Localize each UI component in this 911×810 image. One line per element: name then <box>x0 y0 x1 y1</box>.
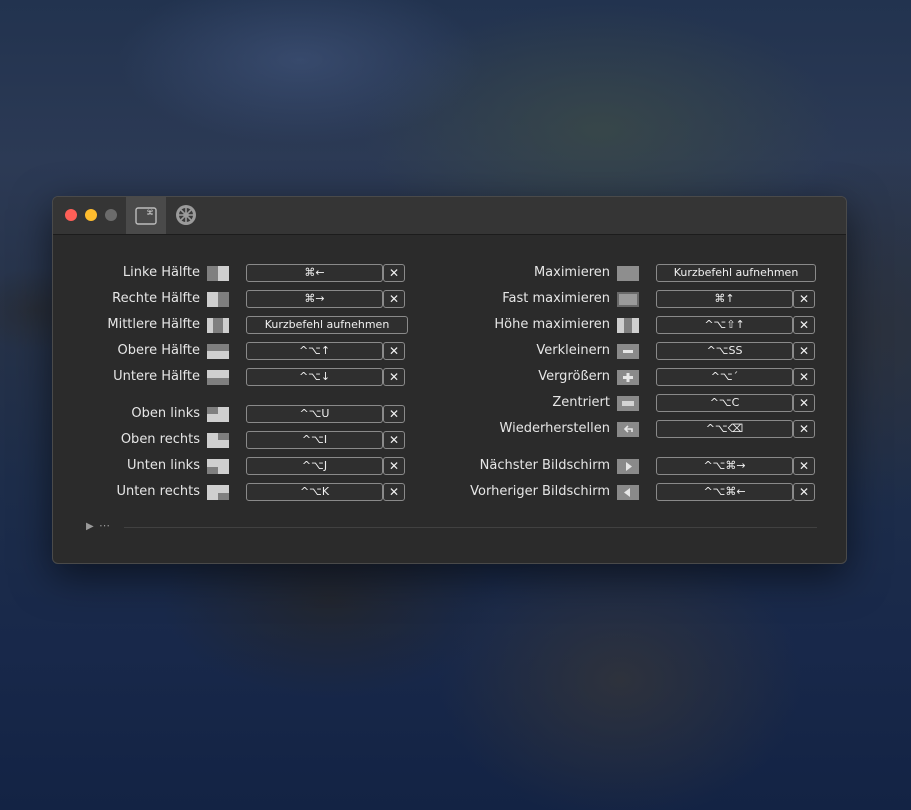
center-icon <box>617 396 639 411</box>
tab-shortcuts[interactable]: ⌘ <box>126 197 166 234</box>
minimize-window-button[interactable] <box>85 209 97 221</box>
shortcut-recorder[interactable]: ^⌥´ <box>656 368 793 386</box>
tab-settings[interactable] <box>175 204 197 226</box>
shortcut-row-wiederherstellen: Wiederherstellen ^⌥⌫ ✕ <box>53 419 846 441</box>
shortcut-label: Zentriert <box>552 395 610 410</box>
shortcut-row-vergroessern: Vergrößern ^⌥´ ✕ <box>53 367 846 389</box>
shortcut-label: Nächster Bildschirm <box>479 458 610 473</box>
rectangle-settings-window: ⌘ Linke Hälfte ⌘← ✕ Rechte Hälfte ⌘→ ✕ M… <box>52 196 847 564</box>
shortcut-row-naechster-bildschirm: Nächster Bildschirm ^⌥⌘→ ✕ <box>53 456 846 478</box>
almost-maximize-icon <box>617 292 639 307</box>
shortcut-row-hoehe-maximieren: Höhe maximieren ^⌥⇧↑ ✕ <box>53 315 846 337</box>
shortcut-label: Vorheriger Bildschirm <box>470 484 610 499</box>
shortcut-recorder[interactable]: ⌘↑ <box>656 290 793 308</box>
clear-shortcut-button[interactable]: ✕ <box>793 420 815 438</box>
shortcut-recorder[interactable]: ^⌥⌫ <box>656 420 793 438</box>
shortcut-row-zentriert: Zentriert ^⌥C ✕ <box>53 393 846 415</box>
close-window-button[interactable] <box>65 209 77 221</box>
shortcut-label: Höhe maximieren <box>494 317 610 332</box>
zoom-window-button[interactable] <box>105 209 117 221</box>
clear-shortcut-button[interactable]: ✕ <box>793 342 815 360</box>
plus-icon <box>617 370 639 385</box>
shortcut-label: Verkleinern <box>536 343 610 358</box>
previous-display-icon <box>617 485 639 500</box>
clear-shortcut-button[interactable]: ✕ <box>793 316 815 334</box>
command-key-icon: ⌘ <box>135 206 157 225</box>
gear-icon <box>176 205 196 225</box>
shortcut-label: Wiederherstellen <box>499 421 610 436</box>
next-display-icon <box>617 459 639 474</box>
shortcut-row-maximieren: Maximieren Kurzbefehl aufnehmen <box>53 263 846 285</box>
svg-text:⌘: ⌘ <box>147 209 154 217</box>
minus-icon <box>617 344 639 359</box>
shortcut-recorder[interactable]: ^⌥C <box>656 394 793 412</box>
shortcut-recorder[interactable]: ^⌥SS <box>656 342 793 360</box>
restore-icon <box>617 422 639 437</box>
disclosure-triangle[interactable]: ▶ <box>86 521 94 532</box>
shortcut-row-verkleinern: Verkleinern ^⌥SS ✕ <box>53 341 846 363</box>
clear-shortcut-button[interactable]: ✕ <box>793 457 815 475</box>
shortcut-row-vorheriger-bildschirm: Vorheriger Bildschirm ^⌥⌘← ✕ <box>53 482 846 504</box>
maximize-icon <box>617 266 639 281</box>
clear-shortcut-button[interactable]: ✕ <box>793 368 815 386</box>
shortcut-label: Maximieren <box>533 265 610 280</box>
shortcut-label: Fast maximieren <box>502 291 610 306</box>
shortcut-recorder[interactable]: ^⌥⌘← <box>656 483 793 501</box>
title-bar: ⌘ <box>53 197 846 235</box>
maximize-height-icon <box>617 318 639 333</box>
clear-shortcut-button[interactable]: ✕ <box>793 290 815 308</box>
shortcut-recorder[interactable]: ^⌥⇧↑ <box>656 316 793 334</box>
shortcut-label: Vergrößern <box>538 369 610 384</box>
clear-shortcut-button[interactable]: ✕ <box>793 483 815 501</box>
shortcut-row-fast-maximieren: Fast maximieren ⌘↑ ✕ <box>53 289 846 311</box>
shortcut-recorder[interactable]: Kurzbefehl aufnehmen <box>656 264 816 282</box>
shortcut-recorder[interactable]: ^⌥⌘→ <box>656 457 793 475</box>
clear-shortcut-button[interactable]: ✕ <box>793 394 815 412</box>
more-options-dots[interactable]: ⋯ <box>99 519 110 532</box>
footer-divider <box>124 527 817 528</box>
